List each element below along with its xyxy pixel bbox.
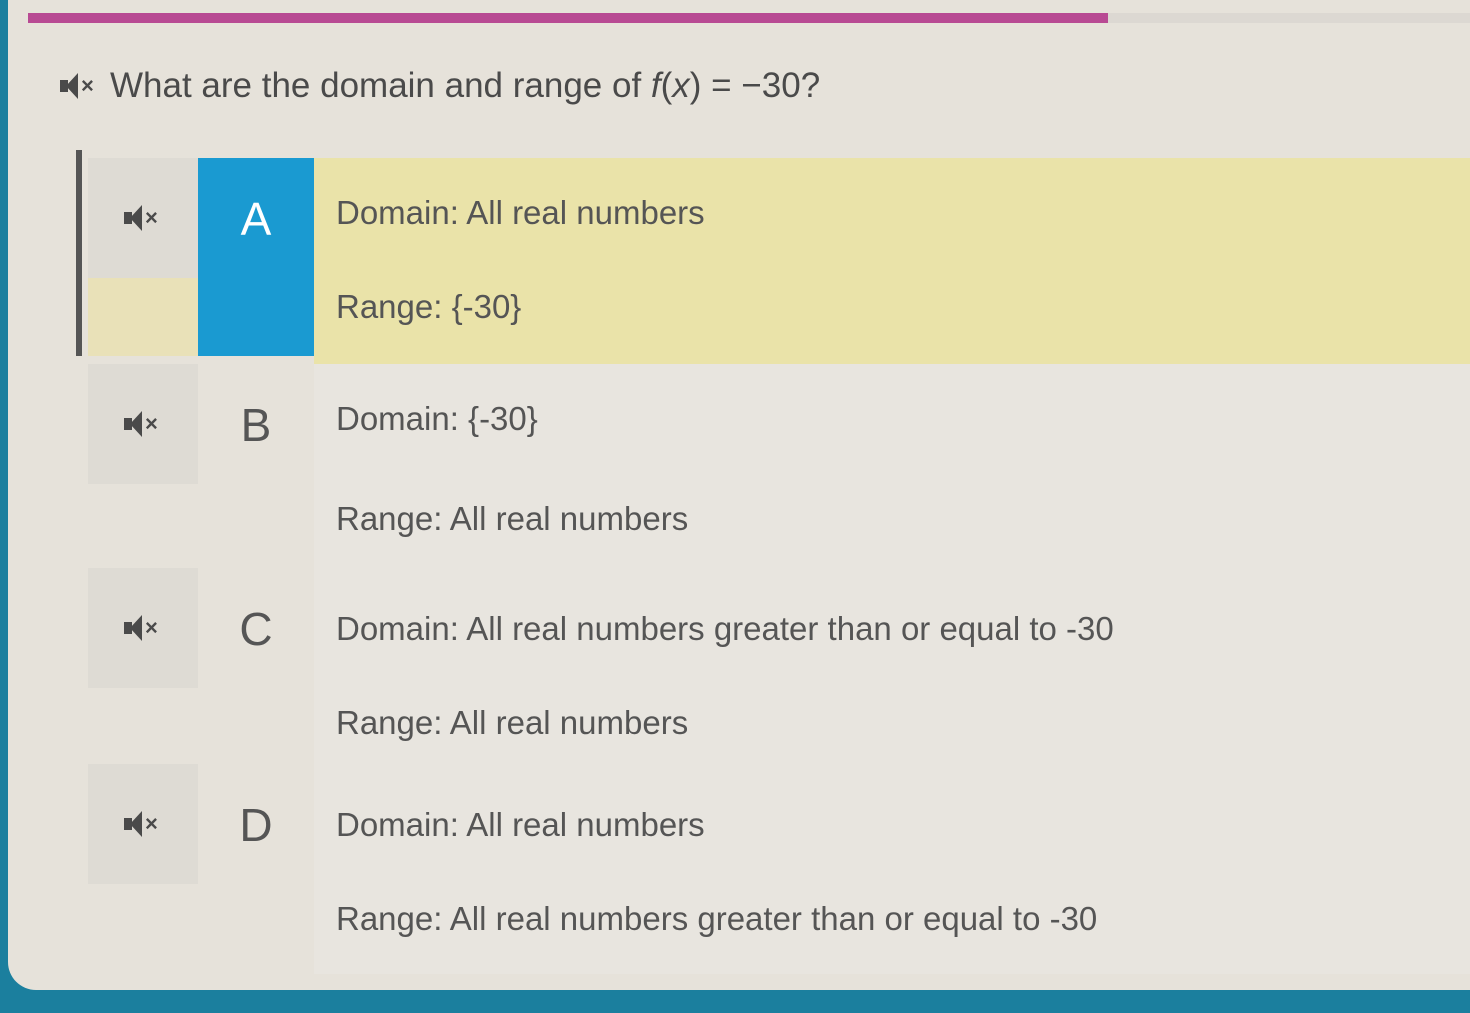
option-domain: Domain: All real numbers greater than or…: [336, 610, 1114, 647]
option-domain: Domain: All real numbers: [336, 806, 705, 843]
option-letter: B: [240, 399, 272, 451]
option-audio-button[interactable]: ×: [88, 158, 198, 278]
question-text: What are the domain and range of f(x) = …: [110, 66, 821, 105]
answer-option-d[interactable]: × D Domain: All real numbers Range: All …: [80, 764, 1470, 974]
answer-option-b[interactable]: × B Domain: {-30} Range: All real number…: [80, 364, 1470, 574]
option-range: Range: All real numbers: [336, 500, 689, 537]
option-range: Range: All real numbers greater than or …: [336, 900, 1098, 937]
option-range: Range: {-30}: [336, 288, 522, 325]
option-letter: D: [239, 799, 273, 851]
speaker-muted-icon: ×: [124, 203, 162, 233]
option-audio-button[interactable]: ×: [88, 568, 198, 688]
option-domain: Domain: {-30}: [336, 400, 538, 437]
speaker-muted-icon: ×: [124, 809, 162, 839]
option-letter: A: [198, 158, 314, 356]
option-audio-button[interactable]: ×: [88, 764, 198, 884]
option-text: Domain: {-30} Range: All real numbers: [314, 364, 1470, 574]
option-domain: Domain: All real numbers: [336, 194, 705, 231]
option-audio-button[interactable]: ×: [88, 364, 198, 484]
speaker-muted-icon: ×: [124, 613, 162, 643]
option-text: Domain: All real numbers greater than or…: [314, 568, 1470, 764]
answer-option-c[interactable]: × C Domain: All real numbers greater tha…: [80, 568, 1470, 764]
speaker-muted-icon: ×: [124, 409, 162, 439]
progress-bar-fill: [28, 13, 1109, 23]
option-text: Domain: All real numbers Range: {-30}: [314, 158, 1470, 378]
option-range: Range: All real numbers: [336, 704, 689, 741]
question-panel: × What are the domain and range of f(x) …: [8, 0, 1470, 990]
selection-indicator: [76, 150, 82, 356]
option-audio-filler: [88, 278, 198, 356]
option-letter: C: [239, 603, 273, 655]
question-prompt: × What are the domain and range of f(x) …: [60, 62, 820, 110]
speaker-muted-icon[interactable]: ×: [60, 71, 98, 101]
option-text: Domain: All real numbers Range: All real…: [314, 764, 1470, 974]
progress-bar: [28, 13, 1470, 23]
answer-option-a[interactable]: × A Domain: All real numbers Range: {-30…: [76, 150, 1470, 378]
